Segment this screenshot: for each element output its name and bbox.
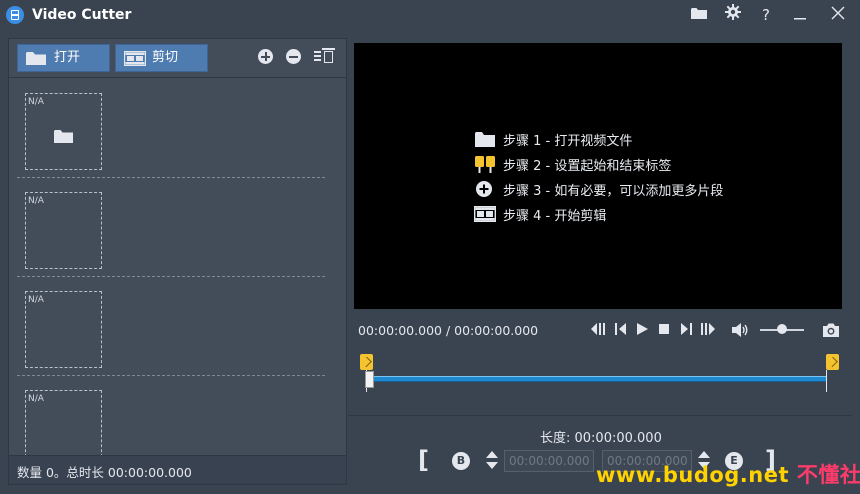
folder-icon: [26, 52, 46, 65]
jump-end-icon[interactable]: [700, 322, 716, 341]
minimize-icon[interactable]: [787, 4, 813, 26]
segment-length: 长度: 00:00:00.000: [540, 431, 662, 446]
begin-icon[interactable]: B: [452, 452, 470, 470]
folder-icon: [54, 130, 73, 143]
clip-label: N/A: [28, 394, 44, 404]
app-title: Video Cutter: [32, 7, 132, 23]
watermark-site: www.budog.net: [596, 463, 790, 487]
clip-toolbar: 打开 剪切: [9, 39, 346, 78]
end-marker[interactable]: [826, 354, 839, 370]
step-text: 步骤 1 - 打开视频文件: [503, 134, 633, 149]
video-preview[interactable]: 步骤 1 - 打开视频文件 步骤 2 - 设置起始和结束标签 步骤 3 - 如有…: [354, 43, 842, 309]
stop-icon[interactable]: [658, 322, 670, 341]
cut-button-label: 剪切: [152, 50, 179, 65]
watermark: www.budog.net 不懂社区: [596, 459, 860, 489]
clip-list: N/A N/A N/A N/A: [9, 78, 346, 456]
step-text: 步骤 4 - 开始剪辑: [503, 209, 607, 224]
watermark-name: 不懂社区: [796, 463, 860, 487]
clip-item[interactable]: N/A: [17, 78, 325, 178]
clip-item[interactable]: N/A: [17, 177, 325, 277]
clip-item[interactable]: N/A: [17, 375, 325, 456]
step-forward-icon[interactable]: [679, 322, 693, 341]
remove-segment-icon[interactable]: [286, 49, 301, 64]
volume-slider-handle[interactable]: [777, 324, 787, 334]
clip-thumbnail: N/A: [25, 390, 102, 456]
clip-label: N/A: [28, 97, 44, 107]
cut-button[interactable]: 剪切: [115, 44, 208, 72]
step-back-icon[interactable]: [614, 322, 628, 341]
help-glyph: ?: [762, 6, 770, 24]
time-display: 00:00:00.000 / 00:00:00.000: [358, 323, 539, 338]
start-marker[interactable]: [360, 354, 373, 370]
jump-start-icon[interactable]: [590, 322, 606, 341]
volume-icon[interactable]: [731, 322, 749, 343]
folder-icon[interactable]: [686, 4, 712, 26]
clip-thumbnail: N/A: [25, 291, 102, 368]
help-icon[interactable]: ?: [753, 4, 779, 26]
title-bar: Video Cutter ?: [0, 0, 860, 32]
snapshot-camera-icon[interactable]: [822, 322, 840, 343]
add-circle-icon: [476, 181, 492, 197]
status-bar: 数量 0。总时长 00:00:00.000: [9, 455, 346, 484]
add-segment-icon[interactable]: [258, 49, 273, 64]
open-button[interactable]: 打开: [17, 44, 110, 72]
clip-label: N/A: [28, 295, 44, 305]
clip-thumbnail: N/A: [25, 93, 102, 170]
clip-thumbnail: N/A: [25, 192, 102, 269]
play-icon[interactable]: [636, 322, 649, 341]
app-icon: [6, 6, 24, 24]
clear-list-icon[interactable]: [314, 48, 338, 64]
status-summary: 数量 0。总时长 00:00:00.000: [17, 465, 192, 480]
start-time-input[interactable]: 00:00:00.000: [504, 450, 594, 472]
playhead-handle[interactable]: [365, 371, 374, 388]
set-start-bracket[interactable]: [: [418, 446, 429, 474]
film-icon: [124, 51, 146, 66]
timeline-track[interactable]: [370, 376, 826, 382]
open-button-label: 打开: [54, 50, 81, 65]
gear-icon[interactable]: [720, 4, 746, 26]
film-icon: [474, 206, 496, 223]
step-text: 步骤 2 - 设置起始和结束标签: [503, 159, 672, 174]
start-time-spinner[interactable]: [485, 450, 499, 472]
close-icon[interactable]: [825, 4, 851, 26]
folder-icon: [475, 132, 495, 147]
clip-label: N/A: [28, 196, 44, 206]
end-marker-line: [826, 370, 827, 392]
clip-item[interactable]: N/A: [17, 276, 325, 376]
markers-icon: [475, 156, 495, 173]
clip-panel: 打开 剪切 N/A N/A N/A N/A 数量 0。总时长 00:00:00.…: [8, 38, 347, 485]
step-text: 步骤 3 - 如有必要，可以添加更多片段: [503, 184, 724, 199]
